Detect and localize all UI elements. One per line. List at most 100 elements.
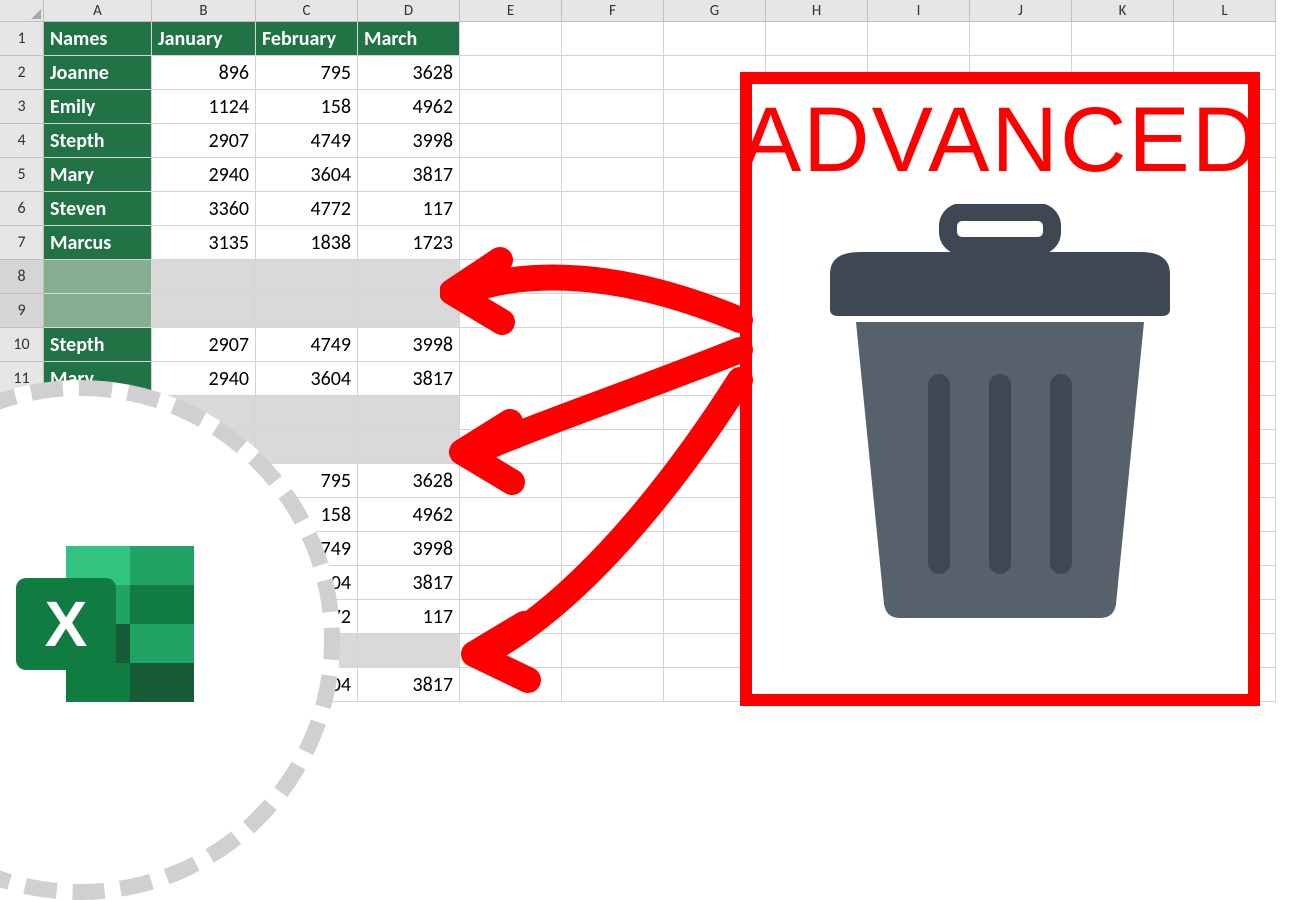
- row-header[interactable]: 9: [0, 294, 44, 328]
- row-header[interactable]: 3: [0, 90, 44, 124]
- cell-empty[interactable]: [562, 396, 664, 430]
- cell-empty[interactable]: [460, 56, 562, 90]
- cell-empty[interactable]: [460, 22, 562, 56]
- row-header[interactable]: 8: [0, 260, 44, 294]
- cell-feb[interactable]: 4749: [256, 328, 358, 362]
- select-all-corner[interactable]: [0, 0, 44, 22]
- cell[interactable]: [358, 634, 460, 668]
- cell-jan[interactable]: 2907: [152, 328, 256, 362]
- cell-empty[interactable]: [562, 226, 664, 260]
- cell-jan[interactable]: 2940: [152, 158, 256, 192]
- cell-empty[interactable]: [562, 260, 664, 294]
- cell-empty[interactable]: [562, 634, 664, 668]
- cell[interactable]: [256, 294, 358, 328]
- cell-mar[interactable]: 4962: [358, 498, 460, 532]
- cell-empty[interactable]: [562, 668, 664, 702]
- header-january[interactable]: January: [152, 22, 256, 56]
- cell-empty[interactable]: [562, 498, 664, 532]
- cell-name[interactable]: Mary: [44, 158, 152, 192]
- header-names[interactable]: Names: [44, 22, 152, 56]
- cell-empty[interactable]: [562, 362, 664, 396]
- cell-empty[interactable]: [460, 532, 562, 566]
- cell-jan[interactable]: 1124: [152, 90, 256, 124]
- col-header-J[interactable]: J: [970, 0, 1072, 22]
- cell-mar[interactable]: 1723: [358, 226, 460, 260]
- cell[interactable]: [152, 260, 256, 294]
- cell[interactable]: [256, 430, 358, 464]
- cell-empty[interactable]: [562, 158, 664, 192]
- cell-empty[interactable]: [562, 22, 664, 56]
- cell-empty[interactable]: [460, 192, 562, 226]
- cell-name[interactable]: Stepth: [44, 328, 152, 362]
- row-header[interactable]: 5: [0, 158, 44, 192]
- cell-feb[interactable]: 4749: [256, 124, 358, 158]
- cell-mar[interactable]: 117: [358, 192, 460, 226]
- cell[interactable]: [256, 396, 358, 430]
- cell-empty[interactable]: [562, 328, 664, 362]
- cell-feb[interactable]: 158: [256, 90, 358, 124]
- cell-empty[interactable]: [460, 328, 562, 362]
- cell-empty[interactable]: [460, 566, 562, 600]
- cell-empty[interactable]: [1174, 22, 1276, 56]
- cell-mar[interactable]: 3628: [358, 464, 460, 498]
- cell-empty[interactable]: [1072, 22, 1174, 56]
- cell-jan[interactable]: 3135: [152, 226, 256, 260]
- row-header[interactable]: 10: [0, 328, 44, 362]
- cell[interactable]: [256, 260, 358, 294]
- cell-empty[interactable]: [664, 22, 766, 56]
- row-header[interactable]: 6: [0, 192, 44, 226]
- col-header-I[interactable]: I: [868, 0, 970, 22]
- cell-empty[interactable]: [460, 634, 562, 668]
- cell-empty[interactable]: [562, 124, 664, 158]
- cell-feb[interactable]: 795: [256, 56, 358, 90]
- cell-empty[interactable]: [460, 226, 562, 260]
- cell[interactable]: [358, 430, 460, 464]
- cell-name[interactable]: Emily: [44, 90, 152, 124]
- cell-mar[interactable]: 4962: [358, 90, 460, 124]
- cell-empty[interactable]: [460, 362, 562, 396]
- col-header-F[interactable]: F: [562, 0, 664, 22]
- cell-name[interactable]: Steven: [44, 192, 152, 226]
- cell-empty[interactable]: [460, 90, 562, 124]
- cell-empty[interactable]: [460, 498, 562, 532]
- cell-name[interactable]: [44, 260, 152, 294]
- row-header[interactable]: 7: [0, 226, 44, 260]
- cell-mar[interactable]: 117: [358, 600, 460, 634]
- cell-name[interactable]: [44, 294, 152, 328]
- cell-jan[interactable]: 2940: [152, 362, 256, 396]
- cell-mar[interactable]: 3628: [358, 56, 460, 90]
- col-header-L[interactable]: L: [1174, 0, 1276, 22]
- cell-empty[interactable]: [562, 532, 664, 566]
- cell-empty[interactable]: [562, 566, 664, 600]
- cell-empty[interactable]: [460, 294, 562, 328]
- cell-empty[interactable]: [460, 430, 562, 464]
- cell-mar[interactable]: 3998: [358, 328, 460, 362]
- cell-jan[interactable]: 896: [152, 56, 256, 90]
- cell-feb[interactable]: 1838: [256, 226, 358, 260]
- cell-feb[interactable]: 4772: [256, 192, 358, 226]
- cell-empty[interactable]: [868, 22, 970, 56]
- col-header-G[interactable]: G: [664, 0, 766, 22]
- cell[interactable]: [358, 260, 460, 294]
- cell-mar[interactable]: 3817: [358, 158, 460, 192]
- col-header-D[interactable]: D: [358, 0, 460, 22]
- cell[interactable]: [358, 396, 460, 430]
- cell-jan[interactable]: 3360: [152, 192, 256, 226]
- cell-name[interactable]: Stepth: [44, 124, 152, 158]
- row-header[interactable]: 2: [0, 56, 44, 90]
- row-header[interactable]: 4: [0, 124, 44, 158]
- cell-empty[interactable]: [460, 260, 562, 294]
- header-february[interactable]: February: [256, 22, 358, 56]
- cell-jan[interactable]: 2907: [152, 124, 256, 158]
- cell-empty[interactable]: [766, 22, 868, 56]
- cell-empty[interactable]: [460, 668, 562, 702]
- cell-name[interactable]: Marcus: [44, 226, 152, 260]
- cell-empty[interactable]: [460, 464, 562, 498]
- col-header-K[interactable]: K: [1072, 0, 1174, 22]
- cell-empty[interactable]: [970, 22, 1072, 56]
- cell-empty[interactable]: [562, 600, 664, 634]
- col-header-A[interactable]: A: [44, 0, 152, 22]
- cell-feb[interactable]: 3604: [256, 362, 358, 396]
- cell[interactable]: [358, 294, 460, 328]
- cell-empty[interactable]: [460, 396, 562, 430]
